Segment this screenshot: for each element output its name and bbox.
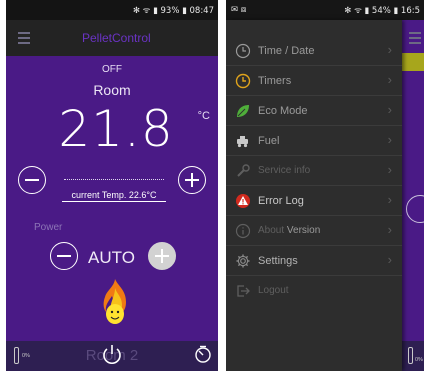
chevron-right-icon: › xyxy=(387,102,392,117)
main-screen: ✻ ᯤ ▮ 93% ▮ 08:47 PelletControl OFF Room… xyxy=(6,0,218,371)
power-icon[interactable] xyxy=(101,343,123,365)
decrease-power-button[interactable] xyxy=(50,242,78,270)
warning-icon xyxy=(236,194,250,208)
gear-icon xyxy=(236,254,250,268)
stove-state: OFF xyxy=(102,64,122,75)
fuel-gauge-icon xyxy=(408,347,413,364)
menu-item-time-date[interactable]: Time / Date › xyxy=(226,36,402,66)
status-bar-indicators: ✻ ᯤ ▮ 54% ▮ 16:5 xyxy=(344,6,420,16)
menu-item-label: Eco Mode xyxy=(258,105,308,117)
power-label: Power xyxy=(34,222,63,233)
menu-item-timers[interactable]: Timers › xyxy=(226,66,402,96)
decrease-temperature-button xyxy=(406,195,424,223)
current-temperature: current Temp. 22.6°C xyxy=(62,190,166,202)
menu-item-label: Service info xyxy=(258,165,311,176)
background-screen: 0% xyxy=(402,20,424,371)
menu-item-logout[interactable]: Logout xyxy=(226,276,402,306)
app-title: PelletControl xyxy=(82,31,151,45)
zone-name[interactable]: Room xyxy=(6,82,218,98)
drawer-screen: ✉ ⧈ ✻ ᯤ ▮ 54% ▮ 16:5 0% Time / Date › Ti… xyxy=(226,0,424,371)
menu-item-error-log[interactable]: Error Log › xyxy=(226,186,402,216)
setpoint-temperature: 21.8 xyxy=(58,100,174,158)
bottom-bar xyxy=(402,341,424,371)
status-bar-indicators: ✻ ᯤ ▮ 93% ▮ 08:47 xyxy=(132,6,214,16)
about-label: About xyxy=(258,225,285,236)
chevron-right-icon: › xyxy=(387,162,392,177)
menu-item-label: About Version xyxy=(258,225,320,236)
leaf-icon xyxy=(237,105,249,117)
chevron-right-icon: › xyxy=(387,222,392,237)
chevron-right-icon: › xyxy=(387,252,392,267)
notification-icons: ✉ ⧈ xyxy=(231,5,247,15)
menu-item-label: Logout xyxy=(258,285,289,296)
chevron-right-icon: › xyxy=(387,42,392,57)
menu-item-label: Fuel xyxy=(258,135,280,147)
temperature-divider xyxy=(64,179,164,180)
chevron-right-icon: › xyxy=(387,132,392,147)
menu-item-about[interactable]: About Version › xyxy=(226,216,402,246)
status-bar: ✻ ᯤ ▮ 93% ▮ 08:47 xyxy=(6,0,218,20)
timer-icon[interactable] xyxy=(194,345,212,363)
navigation-drawer: Time / Date › Timers › Eco Mode › Fuel ›… xyxy=(226,20,402,371)
status-banner xyxy=(402,53,424,71)
bottom-bar: 0% Room 2 xyxy=(6,341,218,371)
menu-item-service-info[interactable]: Service info › xyxy=(226,156,402,186)
logout-icon xyxy=(237,285,250,297)
decrease-temperature-button[interactable] xyxy=(18,166,46,194)
chevron-right-icon: › xyxy=(387,72,392,87)
menu-icon[interactable] xyxy=(18,32,30,44)
menu-icon xyxy=(409,32,421,47)
version-label: Version xyxy=(286,225,321,236)
temperature-unit: °C xyxy=(197,110,210,122)
menu-item-label: Time / Date xyxy=(258,45,315,57)
menu-item-label: Settings xyxy=(258,255,298,267)
app-bar: PelletControl xyxy=(6,20,218,56)
menu-item-eco-mode[interactable]: Eco Mode › xyxy=(226,96,402,126)
menu-item-settings[interactable]: Settings › xyxy=(226,246,402,276)
chevron-right-icon: › xyxy=(387,192,392,207)
fuel-icon xyxy=(237,136,248,148)
menu-item-fuel[interactable]: Fuel › xyxy=(226,126,402,156)
menu-item-label: Timers xyxy=(258,75,292,87)
menu-item-label: Error Log xyxy=(258,195,304,207)
control-panel: OFF Room 21.8 °C current Temp. 22.6°C Po… xyxy=(6,56,218,371)
increase-temperature-button[interactable] xyxy=(178,166,206,194)
wrench-icon xyxy=(237,164,250,177)
info-icon xyxy=(235,223,251,239)
clock-icon xyxy=(235,43,251,59)
flame-icon xyxy=(103,279,126,324)
increase-power-button[interactable] xyxy=(148,242,176,270)
timer-icon xyxy=(235,73,251,89)
power-mode: AUTO xyxy=(88,248,135,267)
fuel-percent: 0% xyxy=(415,357,423,363)
status-bar: ✉ ⧈ ✻ ᯤ ▮ 54% ▮ 16:5 xyxy=(226,0,424,20)
